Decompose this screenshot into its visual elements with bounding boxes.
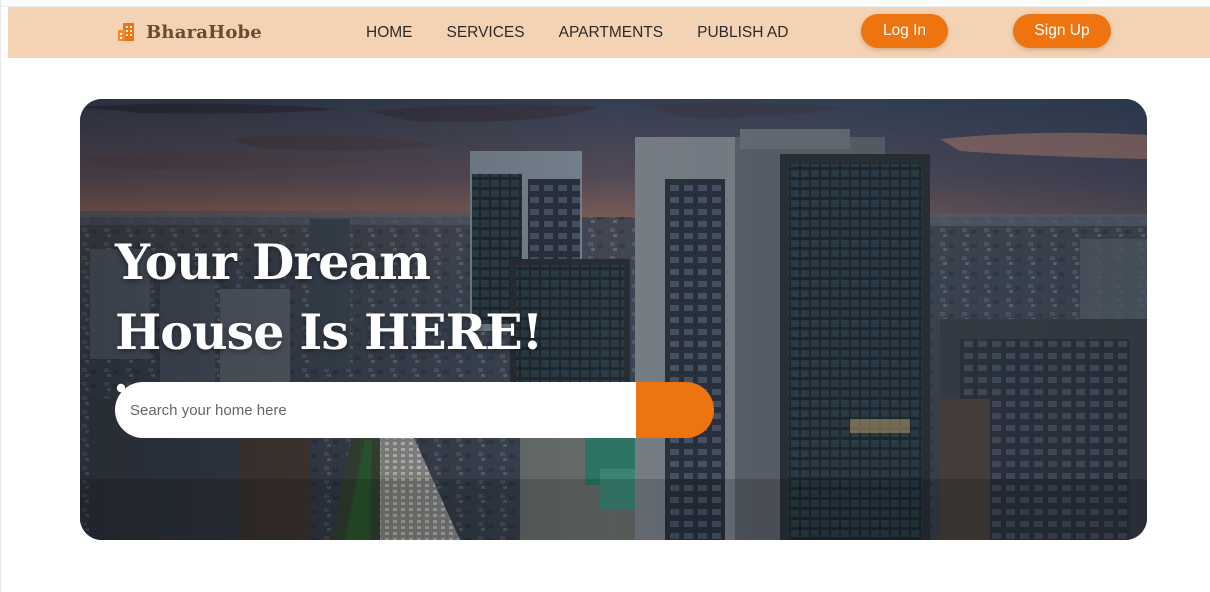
window-top-edge — [0, 0, 1210, 7]
hero-title-line-1: Your Dream — [115, 233, 431, 291]
search-input[interactable] — [115, 382, 636, 438]
nav-link-publish-ad[interactable]: PUBLISH AD — [697, 24, 788, 42]
nav-links: HOME SERVICES APARTMENTS PUBLISH AD — [366, 7, 822, 58]
brand-name: BharaHobe — [146, 21, 262, 43]
search-icon — [116, 383, 129, 396]
brand-logo[interactable]: BharaHobe — [117, 18, 262, 46]
search-bar — [115, 382, 714, 438]
window-left-edge — [0, 0, 1, 592]
hero-title: Your Dream House Is HERE! — [115, 227, 543, 367]
login-button[interactable]: Log In — [861, 14, 948, 48]
nav-link-services[interactable]: SERVICES — [447, 24, 525, 42]
navbar: BharaHobe HOME SERVICES APARTMENTS PUBLI… — [8, 7, 1210, 58]
nav-link-home[interactable]: HOME — [366, 24, 413, 42]
signup-button[interactable]: Sign Up — [1013, 14, 1111, 48]
page: BharaHobe HOME SERVICES APARTMENTS PUBLI… — [0, 0, 1210, 592]
nav-link-apartments[interactable]: APARTMENTS — [559, 24, 664, 42]
search-button[interactable] — [116, 382, 714, 438]
building-icon — [118, 23, 134, 41]
hero-title-line-2: House Is HERE! — [115, 303, 543, 361]
hero-banner: Your Dream House Is HERE! — [80, 99, 1147, 540]
